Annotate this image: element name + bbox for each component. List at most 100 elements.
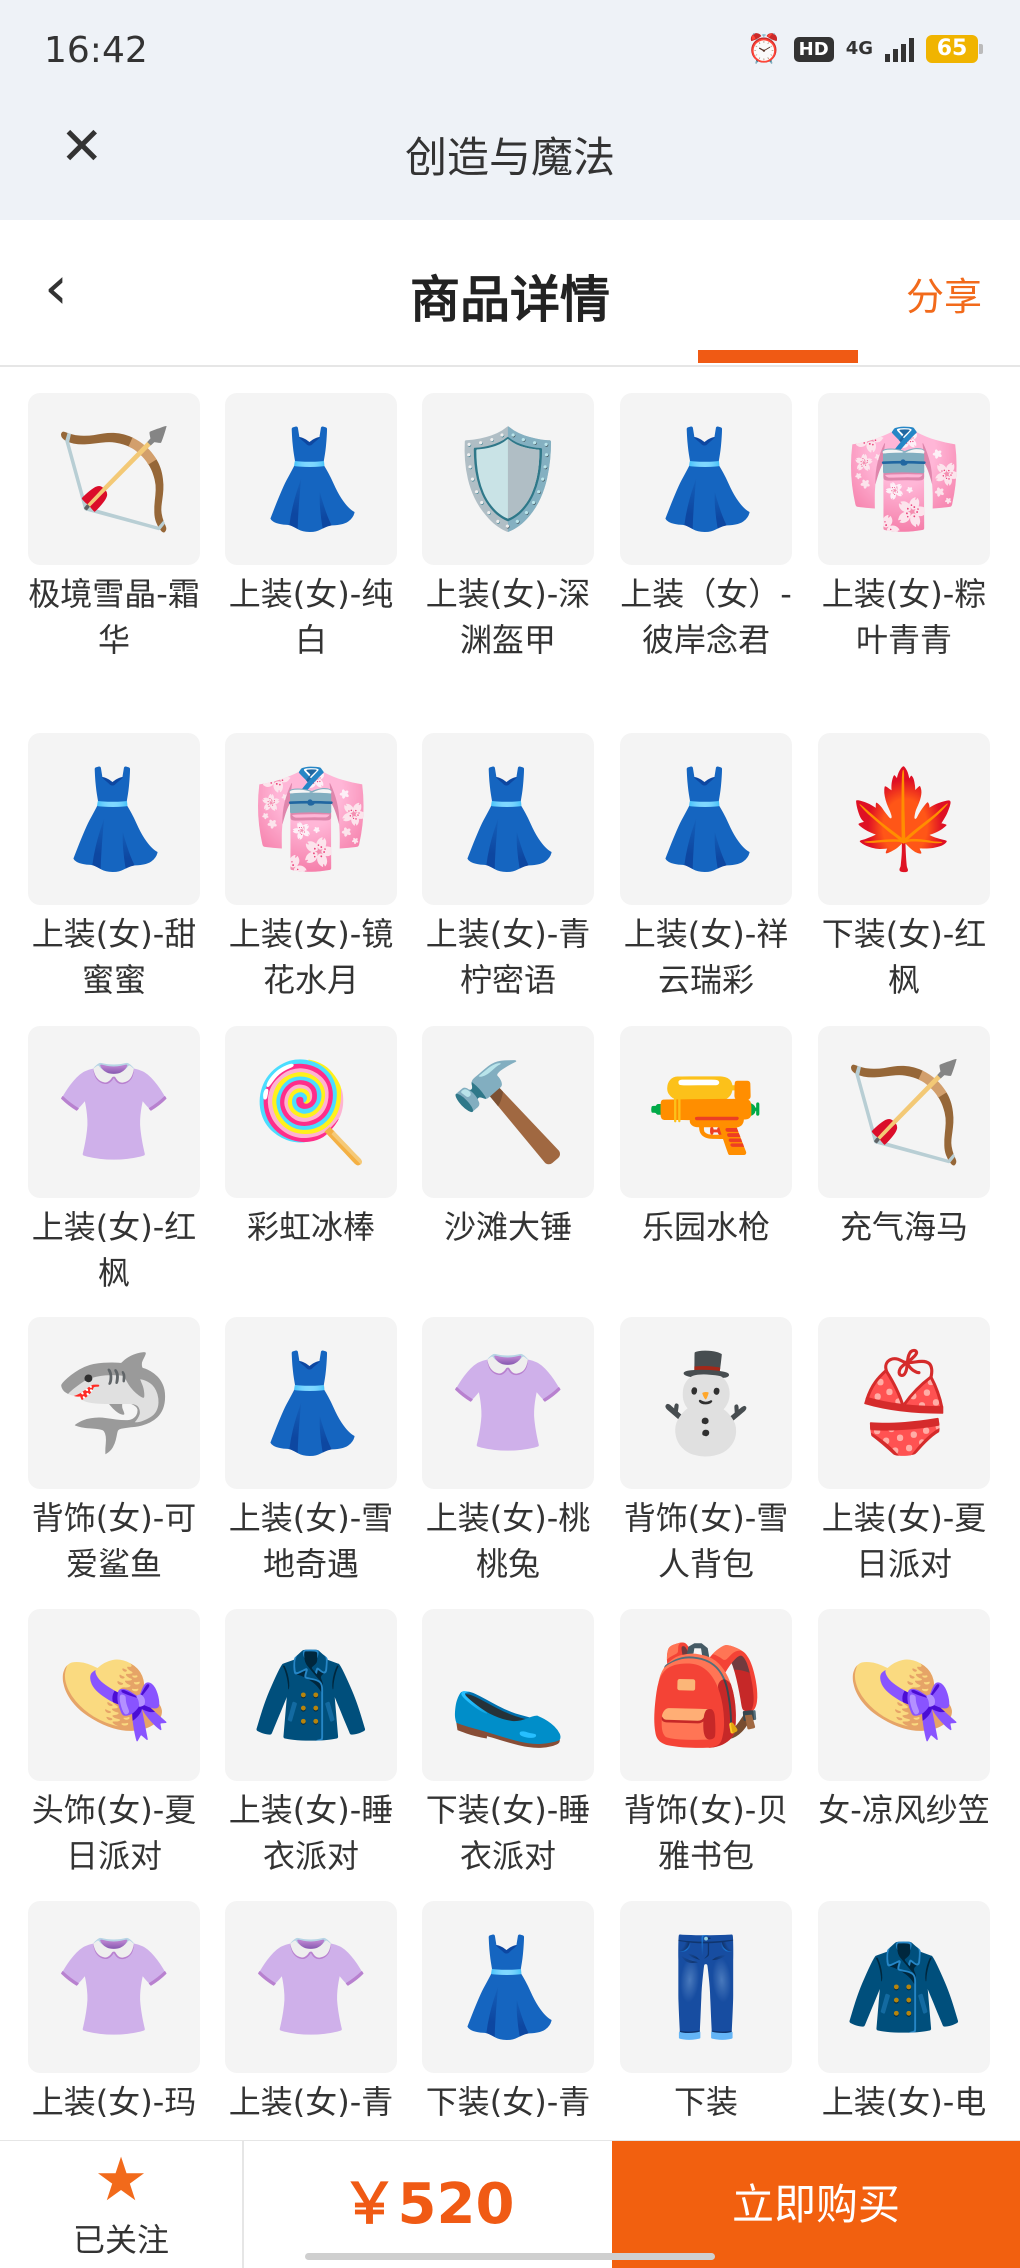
app-bar: ✕ 创造与魔法	[0, 100, 1020, 220]
item-thumbnail[interactable]: 👘	[818, 393, 990, 565]
armor-icon: 🛡️	[448, 423, 568, 535]
item-thumbnail[interactable]: 👗	[620, 733, 792, 905]
grid-item[interactable]: 🔫 乐园水枪	[618, 1026, 794, 1250]
grid-item[interactable]: ⛄ 背饰(女)-雪人背包	[618, 1317, 794, 1587]
grid-item[interactable]: 👚 上装(女)-玛	[26, 1901, 202, 2125]
star-icon: ★	[94, 2145, 148, 2215]
shark-icon: 🦈	[54, 1347, 174, 1459]
item-label: 充气海马	[839, 1208, 968, 1246]
grid-item[interactable]: 👗 上装（女）-彼岸念君	[618, 393, 794, 663]
outfit-icon: 👚	[251, 1931, 371, 2043]
outfit-icon: 👘	[844, 423, 964, 535]
item-thumbnail[interactable]: 👚	[225, 1901, 397, 2073]
page-title: 商品详情	[410, 271, 610, 329]
status-bar: 16:42 ⏰ HD 4G 65	[0, 0, 1020, 100]
item-label: 上装(女)-甜蜜蜜	[31, 915, 197, 999]
item-thumbnail[interactable]: 👚	[422, 1317, 594, 1489]
grid-item[interactable]: 🥿 下装(女)-睡衣派对	[420, 1609, 596, 1879]
item-grid: 🏹 极境雪晶-霜华 👗 上装(女)-纯白 🛡️ 上装(女)-深渊盔甲 👗 上装（女）-彼岸念君…	[26, 393, 996, 2140]
grid-item[interactable]: 👗 上装(女)-雪地奇遇	[223, 1317, 399, 1587]
item-thumbnail[interactable]: 🛡️	[422, 393, 594, 565]
item-thumbnail[interactable]: 🦈	[28, 1317, 200, 1489]
snowman-icon: ⛄	[646, 1347, 766, 1459]
signal-icon	[885, 36, 914, 62]
dress-icon: 👗	[448, 763, 568, 875]
item-thumbnail[interactable]: 🏹	[818, 1026, 990, 1198]
grid-item[interactable]: 🍭 彩虹冰棒	[223, 1026, 399, 1250]
item-label: 上装(女)-雪地奇遇	[228, 1499, 394, 1583]
grid-item[interactable]: 👗 上装(女)-祥云瑞彩	[618, 733, 794, 1003]
item-label: 下装(女)-青	[425, 2083, 591, 2121]
item-thumbnail[interactable]: 👒	[28, 1609, 200, 1781]
grid-item[interactable]: 🔨 沙滩大锤	[420, 1026, 596, 1250]
grid-item[interactable]: 🍁 下装(女)-红枫	[816, 733, 992, 1003]
item-thumbnail[interactable]: 👙	[818, 1317, 990, 1489]
item-thumbnail[interactable]: 🔫	[620, 1026, 792, 1198]
grid-item[interactable]: 🏹 极境雪晶-霜华	[26, 393, 202, 663]
item-label: 上装(女)-玛	[31, 2083, 197, 2121]
price: ￥520	[341, 2172, 515, 2237]
item-label: 上装(女)-粽叶青青	[821, 575, 987, 659]
grid-item[interactable]: 🧥 上装(女)-电	[816, 1901, 992, 2125]
item-thumbnail[interactable]: 👘	[225, 733, 397, 905]
grid-item[interactable]: 🏹 充气海马	[816, 1026, 992, 1250]
grid-item[interactable]: 👘 上装(女)-镜花水月	[223, 733, 399, 1003]
follow-button[interactable]: ★ 已关注	[0, 2141, 242, 2268]
item-label: 上装(女)-睡衣派对	[228, 1791, 394, 1875]
item-label: 上装(女)-夏日派对	[821, 1499, 987, 1583]
grid-item[interactable]: 👒 头饰(女)-夏日派对	[26, 1609, 202, 1879]
item-thumbnail[interactable]: 🥿	[422, 1609, 594, 1781]
item-thumbnail[interactable]: 🧥	[225, 1609, 397, 1781]
item-thumbnail[interactable]: 🎒	[620, 1609, 792, 1781]
item-thumbnail[interactable]: 🍁	[818, 733, 990, 905]
item-thumbnail[interactable]: 👒	[818, 1609, 990, 1781]
tab-indicator	[698, 350, 858, 363]
grid-item[interactable]: 👚 上装(女)-青	[223, 1901, 399, 2125]
grid-item[interactable]: 🦈 背饰(女)-可爱鲨鱼	[26, 1317, 202, 1587]
grid-item[interactable]: 👗 上装(女)-纯白	[223, 393, 399, 663]
outfit-icon: 👚	[54, 1931, 174, 2043]
grid-item[interactable]: 👗 上装(女)-甜蜜蜜	[26, 733, 202, 1003]
item-thumbnail[interactable]: 🏹	[28, 393, 200, 565]
grid-item[interactable]: 👗 下装(女)-青	[420, 1901, 596, 2125]
item-thumbnail[interactable]: 👚	[28, 1901, 200, 2073]
item-label: 上装(女)-纯白	[228, 575, 394, 659]
item-thumbnail[interactable]: 🍭	[225, 1026, 397, 1198]
kimono-icon: 👘	[251, 763, 371, 875]
grid-item[interactable]: 👘 上装(女)-粽叶青青	[816, 393, 992, 663]
item-thumbnail[interactable]: ⛄	[620, 1317, 792, 1489]
veil-hat-icon: 👒	[844, 1639, 964, 1751]
grid-item[interactable]: 👖 下装	[618, 1901, 794, 2125]
item-thumbnail[interactable]: 👗	[28, 733, 200, 905]
status-time: 16:42	[44, 30, 148, 71]
hd-icon: HD	[793, 36, 834, 62]
grid-item[interactable]: 🎒 背饰(女)-贝雅书包	[618, 1609, 794, 1879]
pants-icon: 👖	[646, 1931, 766, 2043]
buy-now-button[interactable]: 立即购买	[612, 2141, 1020, 2268]
item-thumbnail[interactable]: 👖	[620, 1901, 792, 2073]
item-thumbnail[interactable]: 👗	[422, 733, 594, 905]
dress-icon: 👗	[54, 763, 174, 875]
grid-item[interactable]: 👚 上装(女)-桃桃兔	[420, 1317, 596, 1587]
item-label: 下装	[673, 2083, 738, 2121]
dress-icon: 👗	[251, 1347, 371, 1459]
grid-item[interactable]: 👙 上装(女)-夏日派对	[816, 1317, 992, 1587]
item-thumbnail[interactable]: 👗	[620, 393, 792, 565]
item-thumbnail[interactable]: 👚	[28, 1026, 200, 1198]
dress-icon: 👗	[646, 763, 766, 875]
item-thumbnail[interactable]: 👗	[422, 1901, 594, 2073]
coat-icon: 🧥	[251, 1639, 371, 1751]
item-thumbnail[interactable]: 🧥	[818, 1901, 990, 2073]
alarm-icon: ⏰	[746, 32, 782, 65]
grid-item[interactable]: 🧥 上装(女)-睡衣派对	[223, 1609, 399, 1879]
grid-item[interactable]: 👒 女-凉风纱笠	[816, 1609, 992, 1833]
item-thumbnail[interactable]: 👗	[225, 1317, 397, 1489]
grid-item[interactable]: 👗 上装(女)-青柠密语	[420, 733, 596, 1003]
item-thumbnail[interactable]: 👗	[225, 393, 397, 565]
page-header: ‹ 商品详情 分享	[0, 220, 1020, 367]
grid-item[interactable]: 🛡️ 上装(女)-深渊盔甲	[420, 393, 596, 663]
grid-item[interactable]: 👚 上装(女)-红枫	[26, 1026, 202, 1296]
item-thumbnail[interactable]: 🔨	[422, 1026, 594, 1198]
item-label: 下装(女)-红枫	[821, 915, 987, 999]
share-button[interactable]: 分享	[906, 266, 982, 321]
